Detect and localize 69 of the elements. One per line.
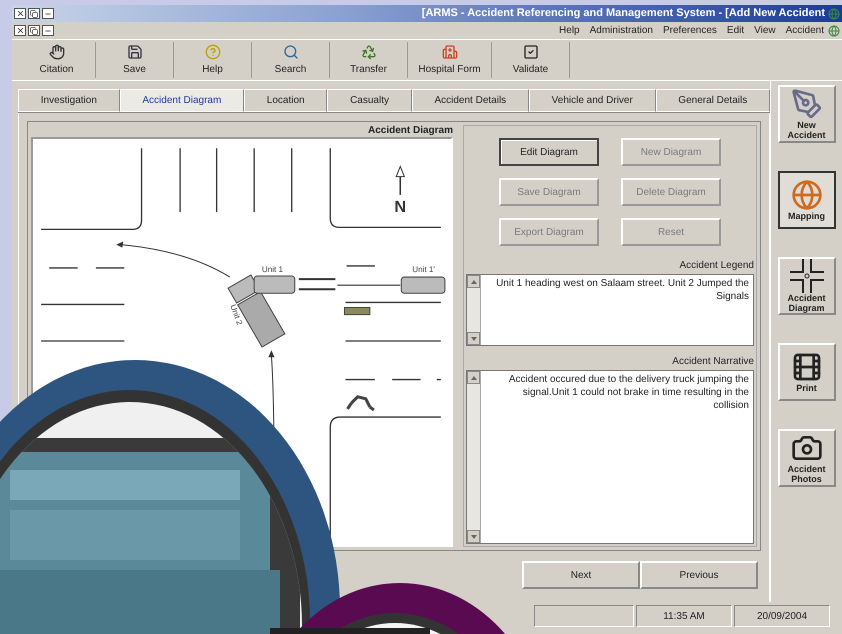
restore-icon[interactable] [28, 8, 40, 19]
status-date: 20/09/2004 [734, 605, 830, 627]
recycle-icon [360, 44, 376, 60]
globe-icon [828, 8, 840, 20]
menu-item[interactable]: Administration [590, 23, 653, 38]
toolbar-button[interactable]: Citation [18, 42, 96, 78]
globe-icon [828, 24, 840, 36]
narrative-label: Accident Narrative [672, 355, 754, 369]
toolbar-button[interactable]: Transfer [330, 42, 408, 78]
save-icon [126, 44, 142, 60]
side-button[interactable]: Accident Photos [778, 429, 836, 487]
status-time: 11:35 AM [636, 605, 732, 627]
toolbar-button[interactable]: Hospital Form [408, 42, 492, 78]
search-icon [282, 44, 298, 60]
restore-icon[interactable] [28, 25, 40, 36]
globe-icon [790, 179, 822, 211]
side-button[interactable]: Accident Diagram [778, 257, 836, 315]
close-icon[interactable] [14, 25, 26, 36]
diagram-button[interactable]: Edit Diagram [499, 138, 599, 166]
minimize-icon[interactable] [42, 25, 54, 36]
window-title: [ARMS - Accident Referencing and Management System - [Add New Accident [422, 6, 825, 22]
scroll-up-icon[interactable] [467, 371, 480, 384]
help-icon [204, 44, 220, 60]
tab[interactable]: Accident Diagram [120, 89, 244, 112]
unit-label: Unit 1 [262, 265, 284, 274]
menu-item[interactable]: Help [559, 23, 580, 38]
toolbar-button[interactable]: Search [252, 42, 330, 78]
hand-icon [48, 44, 64, 60]
north-arrow [395, 165, 406, 195]
menu-item[interactable]: View [754, 23, 776, 38]
toolbar-button[interactable]: Help [174, 42, 252, 78]
close-icon[interactable] [14, 8, 26, 19]
pen-icon [790, 88, 822, 120]
intersection-icon [790, 259, 824, 293]
toolbar-button[interactable]: Save [96, 42, 174, 78]
nav-button[interactable]: Next [522, 561, 640, 589]
narrative-field[interactable]: Accident occured due to the delivery truck jumping the signal.Unit 1 could not brake in time resulting in the collision [466, 370, 754, 544]
diagram-title: Accident Diagram [368, 125, 453, 137]
path-line [337, 284, 400, 286]
side-button[interactable]: Print [778, 343, 836, 401]
legend-label: Accident Legend [679, 259, 754, 273]
scroll-down-icon[interactable] [467, 530, 480, 543]
toolbar-button[interactable]: Validate [492, 42, 570, 78]
tab[interactable]: Accident Details [412, 89, 529, 112]
minimize-icon[interactable] [42, 8, 54, 19]
tab[interactable]: Casualty [327, 89, 412, 112]
car-drawing [254, 276, 296, 294]
menu-item[interactable]: Accident [786, 23, 824, 38]
scroll-down-icon[interactable] [467, 332, 480, 345]
menu-item[interactable]: Edit [726, 23, 744, 38]
checkbox-icon [522, 44, 538, 60]
side-button[interactable]: Mapping [778, 171, 836, 229]
menu-item[interactable]: Preferences [662, 23, 717, 38]
scroll-up-icon[interactable] [467, 275, 480, 288]
tab[interactable]: Vehicle and Driver [528, 89, 656, 112]
traffic-light-drawing [344, 307, 370, 316]
tab[interactable]: Location [244, 89, 328, 112]
film-icon [790, 351, 822, 383]
hospital-icon [442, 44, 458, 60]
side-button[interactable]: New Accident [778, 85, 836, 143]
tab[interactable]: General Details [656, 89, 770, 112]
tab[interactable]: Investigation [18, 89, 120, 112]
car-drawing [400, 276, 446, 294]
unit-label: Unit 1' [412, 265, 435, 274]
unit-label: Unit 2 [228, 303, 244, 326]
nav-button[interactable]: Previous [640, 561, 758, 589]
north-label: N [394, 198, 406, 216]
skid-marks [298, 278, 336, 290]
legend-field[interactable]: Unit 1 heading west on Salaam street. Unit 2 Jumped the Signals [466, 274, 754, 346]
